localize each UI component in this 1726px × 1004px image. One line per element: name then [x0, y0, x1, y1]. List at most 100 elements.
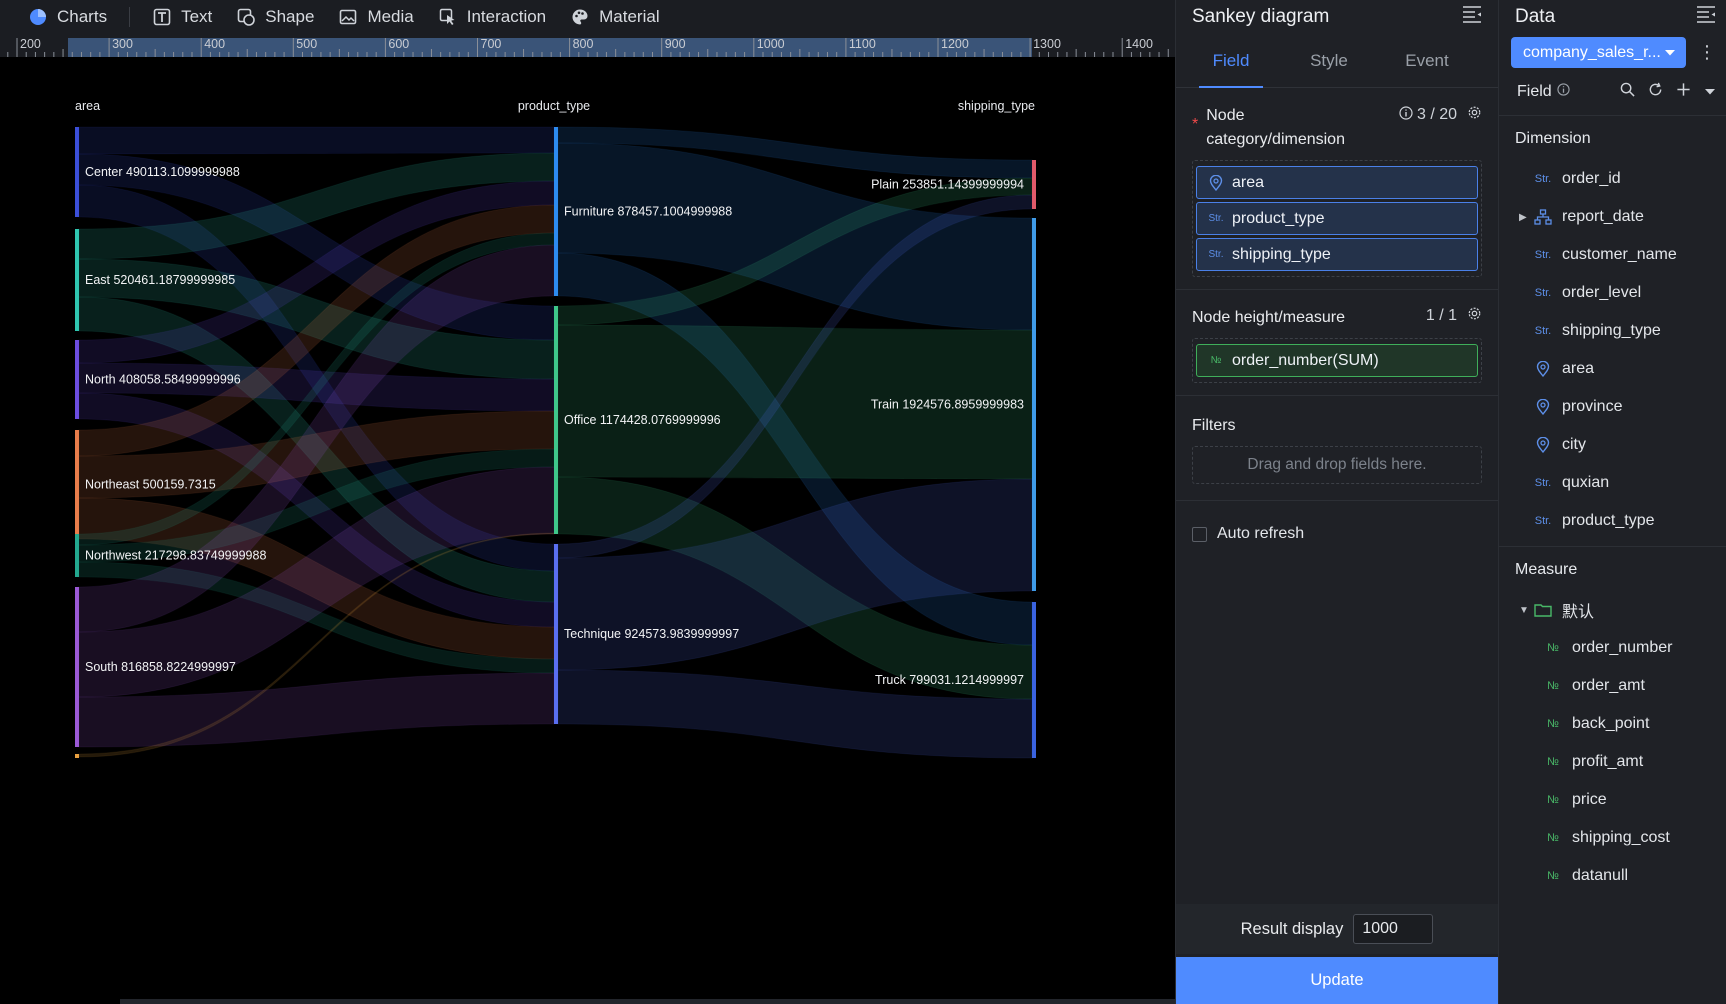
field-label: order_number: [1572, 639, 1673, 656]
sankey-node-label: Office 1174428.0769999996: [564, 413, 721, 427]
sankey-link: [78, 126, 555, 155]
settings-gear-icon[interactable]: [1467, 306, 1482, 326]
measure-group-title: Measure: [1515, 561, 1578, 578]
sankey-node: [75, 754, 79, 758]
canvas-scrollbar[interactable]: [120, 999, 1175, 1004]
sankey-node: [1032, 218, 1036, 591]
shape-menu[interactable]: Shape: [224, 0, 326, 34]
measure-field-order-number[interactable]: № order_number: [1499, 629, 1726, 667]
field-label: order_level: [1562, 284, 1642, 301]
auto-refresh-label: Auto refresh: [1217, 525, 1305, 542]
sankey-node-label: Northwest 217298.83749999988: [85, 549, 266, 563]
filters-section: Filters Drag and drop fields here.: [1176, 396, 1498, 501]
field-pill-product-type[interactable]: Str. product_type: [1196, 202, 1478, 235]
collapse-data-panel-icon[interactable]: [1696, 5, 1716, 29]
field-title: Field: [1517, 82, 1552, 100]
media-menu[interactable]: Media: [326, 0, 425, 34]
horizontal-ruler[interactable]: 200 300 400 500 600 700 800 900 1000 1100 1200 1300…: [0, 34, 1175, 57]
ruler-label: 1100: [848, 37, 876, 51]
measure-field-shipping-cost[interactable]: № shipping_cost: [1499, 819, 1726, 857]
field-label: product_type: [1562, 512, 1655, 529]
result-display-label: Result display: [1240, 919, 1344, 938]
refresh-icon[interactable]: [1648, 82, 1663, 102]
dimension-field-product-type[interactable]: Str. product_type: [1499, 502, 1726, 540]
node-height-title: Node height/measure: [1192, 309, 1345, 326]
filters-drop-zone[interactable]: Drag and drop fields here.: [1192, 446, 1482, 484]
tab-event[interactable]: Event: [1378, 34, 1476, 88]
field-label: shipping_cost: [1572, 829, 1670, 846]
search-icon[interactable]: [1620, 82, 1635, 102]
node-category-heading: * Node category/dimension: [1192, 104, 1346, 152]
string-type-icon: Str.: [1534, 287, 1552, 299]
geo-pin-icon: [1533, 361, 1553, 377]
measure-field-price[interactable]: № price: [1499, 781, 1726, 819]
node-height-count: 1 / 1: [1426, 306, 1482, 326]
sankey-node-label: South 816858.8224999997: [85, 660, 236, 674]
info-icon[interactable]: [1557, 82, 1570, 101]
dimension-field-order-level[interactable]: Str. order_level: [1499, 274, 1726, 312]
dimension-field-customer-name[interactable]: Str. customer_name: [1499, 236, 1726, 274]
tab-field[interactable]: Field: [1182, 34, 1280, 88]
caret-down-icon[interactable]: ▼: [1519, 605, 1529, 616]
chevron-down-icon[interactable]: [1704, 83, 1716, 101]
measure-field-datanull[interactable]: № datanull: [1499, 857, 1726, 895]
data-panel-header: Data: [1499, 0, 1726, 34]
measure-field-order-amt[interactable]: № order_amt: [1499, 667, 1726, 705]
text-label: Text: [181, 7, 213, 26]
dataset-select[interactable]: company_sales_r...: [1511, 37, 1686, 68]
field-pill-shipping-type[interactable]: Str. shipping_type: [1196, 238, 1478, 271]
hierarchy-icon: [1533, 209, 1553, 225]
config-panel: Sankey diagram Field Style Event * Node …: [1175, 0, 1498, 1004]
sankey-node-label: North 408058.58499999996: [85, 373, 241, 387]
sankey-chart[interactable]: area product_type shipping_type Center 4901…: [0, 57, 1175, 1004]
canvas[interactable]: area product_type shipping_type Center 4901…: [0, 57, 1175, 1004]
dimension-field-order-id[interactable]: Str. order_id: [1499, 160, 1726, 198]
interaction-menu[interactable]: Interaction: [426, 0, 558, 34]
field-label: shipping_type: [1562, 322, 1661, 339]
collapse-panel-icon[interactable]: [1462, 5, 1482, 29]
measure-field-profit-amt[interactable]: № profit_amt: [1499, 743, 1726, 781]
material-menu[interactable]: Material: [558, 0, 671, 34]
add-icon[interactable]: [1676, 82, 1691, 102]
sankey-node: [554, 127, 558, 296]
measure-folder-label: 默认: [1562, 604, 1595, 621]
media-label: Media: [367, 7, 414, 26]
update-button[interactable]: Update: [1176, 957, 1498, 1004]
text-icon: [152, 7, 172, 27]
dimension-list: Str. order_id ▶ report_date Str. customer_nam…: [1499, 160, 1726, 540]
caret-right-icon[interactable]: ▶: [1519, 212, 1527, 223]
auto-refresh-row[interactable]: Auto refresh: [1176, 501, 1498, 567]
field-label: area: [1562, 360, 1595, 377]
dimension-field-area[interactable]: area: [1499, 350, 1726, 388]
field-label: customer_name: [1562, 246, 1677, 263]
panel-tabs: Field Style Event: [1176, 34, 1498, 88]
measure-field-back-point[interactable]: № back_point: [1499, 705, 1726, 743]
measure-folder[interactable]: ▼ 默认: [1499, 591, 1726, 629]
text-menu[interactable]: Text: [140, 0, 224, 34]
tab-style[interactable]: Style: [1280, 34, 1378, 88]
field-label: profit_amt: [1572, 753, 1644, 770]
sankey-node: [75, 430, 79, 539]
dimension-field-shipping-type[interactable]: Str. shipping_type: [1499, 312, 1726, 350]
field-pill-order-number[interactable]: № order_number(SUM): [1196, 344, 1478, 377]
result-display-input[interactable]: [1353, 914, 1434, 944]
field-pill-area[interactable]: area: [1196, 166, 1478, 199]
dataset-name: company_sales_r...: [1523, 43, 1661, 61]
sankey-node-label: Train 1924576.8959999983: [871, 398, 1024, 412]
ruler-label: 400: [204, 37, 226, 51]
dimension-field-province[interactable]: province: [1499, 388, 1726, 426]
field-label: report_date: [1562, 208, 1644, 225]
node-category-title: Node category/dimension: [1206, 107, 1345, 148]
dimension-field-report-date[interactable]: ▶ report_date: [1499, 198, 1726, 236]
dimension-field-quxian[interactable]: Str. quxian: [1499, 464, 1726, 502]
dimension-slot-box[interactable]: area Str. product_type Str. shipping_typ…: [1192, 160, 1482, 277]
charts-menu[interactable]: Charts: [16, 0, 119, 34]
data-panel: Data company_sales_r... ⋮ Field Dimensio…: [1498, 0, 1726, 1004]
field-label: quxian: [1562, 474, 1610, 491]
measure-slot-box[interactable]: № order_number(SUM): [1192, 338, 1482, 383]
info-icon[interactable]: [1399, 105, 1413, 125]
auto-refresh-checkbox[interactable]: [1192, 526, 1207, 542]
settings-gear-icon[interactable]: [1467, 105, 1482, 125]
dimension-field-city[interactable]: city: [1499, 426, 1726, 464]
more-vertical-icon[interactable]: ⋮: [1698, 42, 1716, 63]
